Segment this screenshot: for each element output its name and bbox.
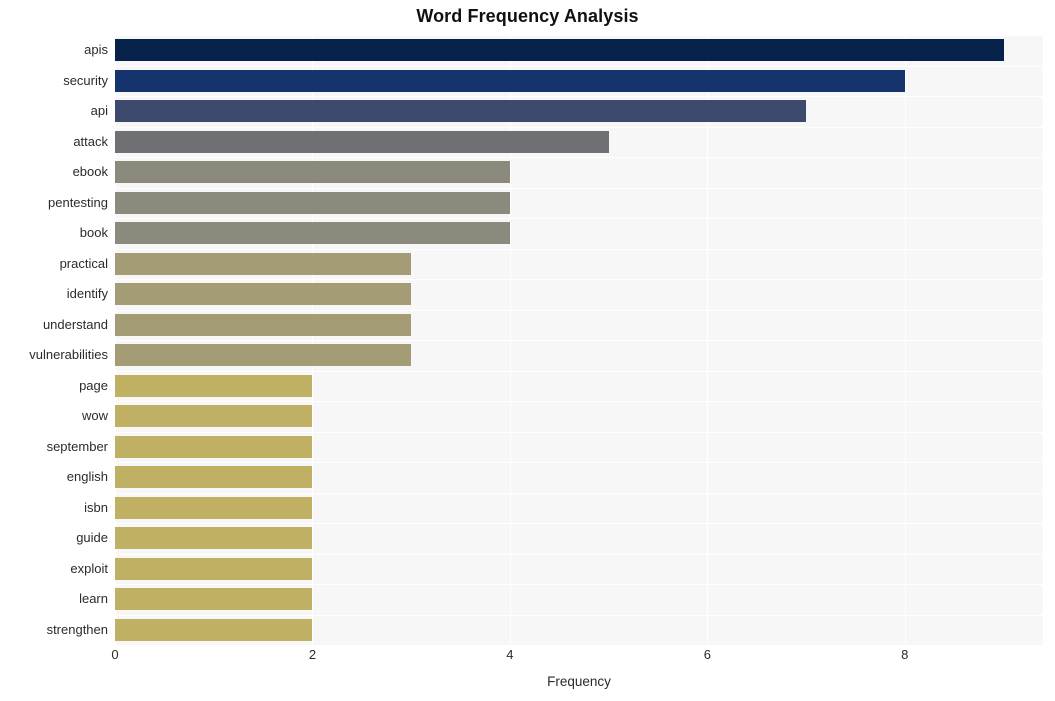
y-tick-label: security (63, 72, 108, 88)
y-tick-label: apis (84, 42, 108, 58)
row-separator (115, 523, 1043, 524)
bar (115, 588, 313, 611)
x-tick-label: 6 (703, 647, 711, 662)
bar (115, 161, 510, 184)
x-tick-label: 0 (111, 647, 119, 662)
y-tick-label: page (79, 377, 108, 393)
bar (115, 69, 905, 92)
y-tick-label: practical (59, 255, 108, 271)
row-separator (115, 462, 1043, 463)
x-tick-label: 2 (308, 647, 317, 662)
row-separator (115, 127, 1043, 128)
y-tick-label: english (66, 469, 108, 485)
plot-area (115, 35, 1043, 645)
chart-figure: Word Frequency Analysis apis security api a… (0, 0, 1055, 701)
chart-title: Word Frequency Analysis (416, 6, 639, 26)
bar (115, 100, 807, 123)
bar (115, 283, 412, 306)
y-axis-tick-labels: apis security api attack ebook pentesting book… (0, 35, 108, 645)
y-tick-label: guide (76, 530, 108, 546)
row-separator (115, 493, 1043, 494)
y-tick-label: isbn (84, 499, 108, 515)
x-tick-label: 8 (901, 647, 909, 662)
bar (115, 191, 510, 214)
bar (115, 313, 412, 336)
y-tick-label: api (90, 103, 108, 119)
bar (115, 344, 412, 367)
row-separator (115, 157, 1043, 158)
row-separator (115, 554, 1043, 555)
y-tick-label: identify (66, 286, 108, 302)
bar (115, 222, 510, 245)
row-separator (115, 615, 1043, 616)
y-tick-label: exploit (70, 560, 108, 576)
x-axis-tick-labels: 0 2 4 6 8 (111, 647, 1043, 667)
row-separator (115, 340, 1043, 341)
y-tick-label: learn (79, 591, 108, 607)
y-tick-label: book (79, 225, 108, 241)
x-axis-title: Frequency (547, 674, 611, 689)
row-separator (115, 96, 1043, 97)
y-tick-label: strengthen (46, 621, 108, 637)
bar (115, 435, 313, 458)
bar (115, 405, 313, 428)
y-tick-label: september (46, 438, 108, 454)
y-tick-label: understand (42, 316, 108, 332)
bar (115, 39, 1004, 62)
row-separator (115, 584, 1043, 585)
row-separator (115, 279, 1043, 280)
bar (115, 618, 313, 641)
y-tick-label: attack (73, 133, 108, 149)
bar (115, 252, 412, 275)
row-separator (115, 35, 1043, 36)
bar (115, 130, 609, 153)
y-tick-label: pentesting (48, 194, 108, 210)
bar (115, 374, 313, 397)
bar (115, 527, 313, 550)
row-separator (115, 249, 1043, 250)
y-tick-label: wow (81, 408, 108, 424)
bar (115, 466, 313, 489)
y-tick-label: ebook (72, 164, 108, 180)
row-separator (115, 310, 1043, 311)
row-separator (115, 66, 1043, 67)
row-separator (115, 432, 1043, 433)
x-tick-label: 4 (506, 647, 514, 662)
row-separator (115, 188, 1043, 189)
row-separator (115, 371, 1043, 372)
bar (115, 496, 313, 519)
row-separator (115, 401, 1043, 402)
y-tick-label: vulnerabilities (29, 347, 108, 363)
bar (115, 557, 313, 580)
row-separator (115, 218, 1043, 219)
